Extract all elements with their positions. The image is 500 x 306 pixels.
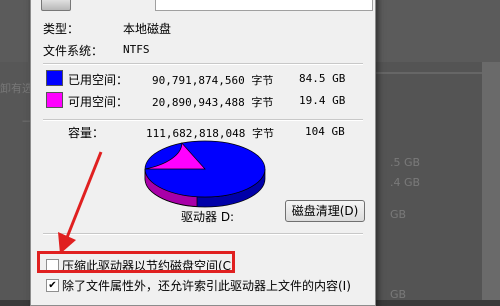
annotation-arrow — [58, 151, 103, 254]
annotation-arrow-line — [64, 151, 103, 241]
